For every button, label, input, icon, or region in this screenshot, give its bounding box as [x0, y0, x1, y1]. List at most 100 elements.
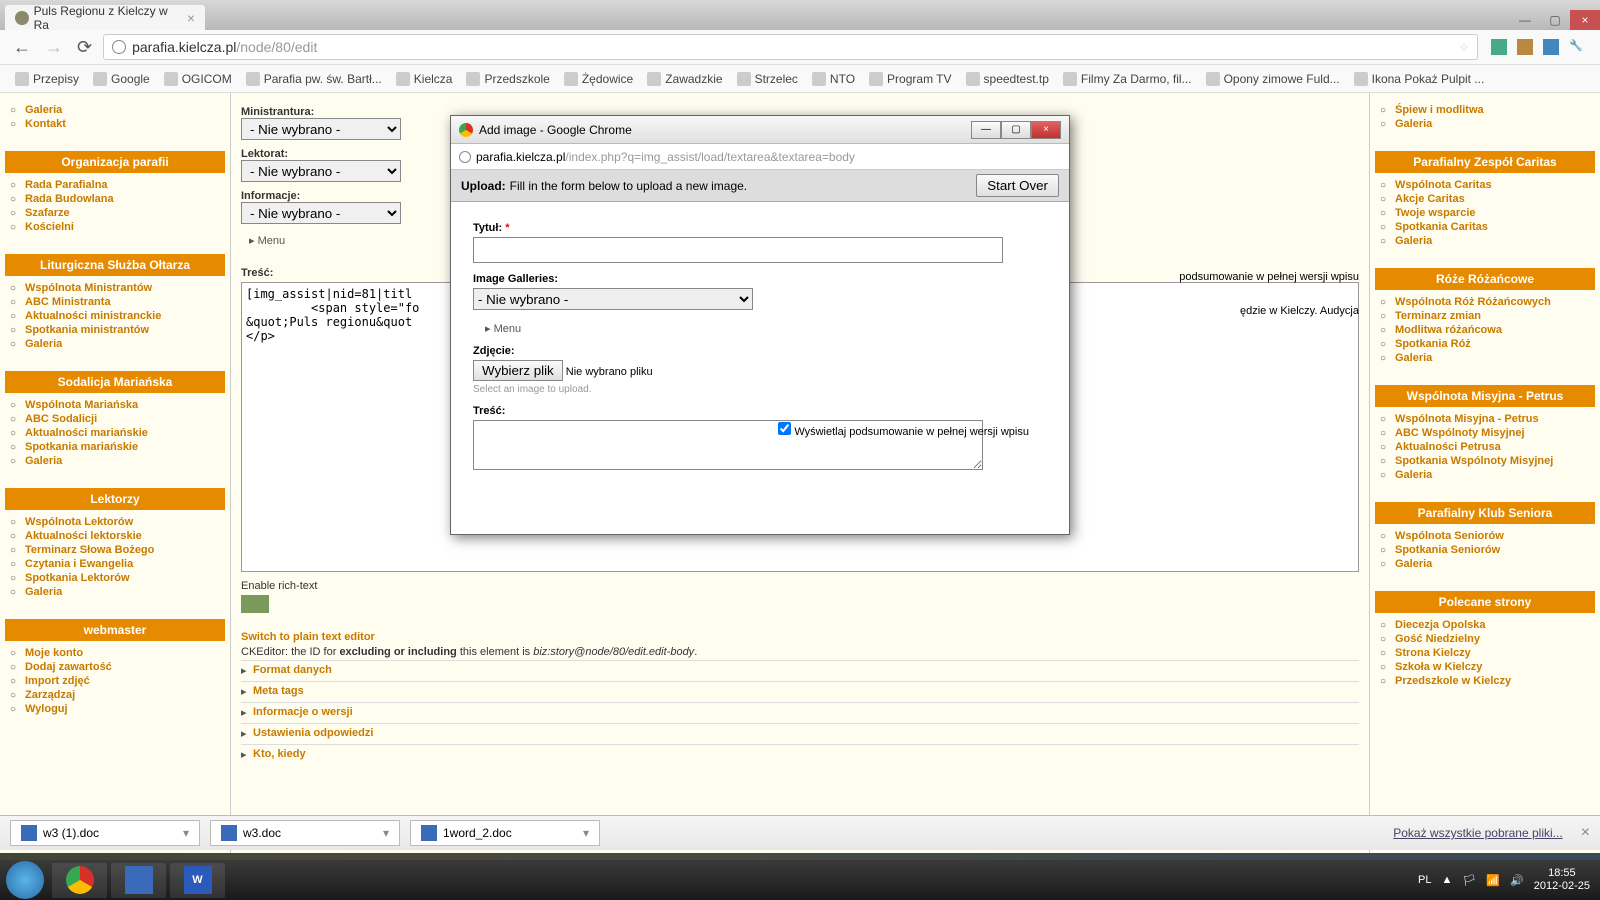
sidebar-item[interactable]: Galeria	[25, 337, 225, 351]
sidebar-item[interactable]: Zarządzaj	[25, 688, 225, 702]
choose-file-button[interactable]: Wybierz plik	[473, 360, 563, 381]
bookmark-item[interactable]: Parafia pw. św. Bartł...	[241, 70, 387, 88]
close-button[interactable]: ×	[1570, 10, 1600, 30]
popup-close-button[interactable]: ×	[1031, 121, 1061, 139]
bookmark-item[interactable]: Przepisy	[10, 70, 84, 88]
bookmark-item[interactable]: Ikona Pokaż Pulpit ...	[1349, 70, 1490, 88]
sidebar-item[interactable]: Aktualności lektorskie	[25, 529, 225, 543]
bookmark-star-icon[interactable]: ☆	[1459, 41, 1469, 54]
download-item[interactable]: 1word_2.doc▾	[410, 820, 600, 846]
chevron-down-icon[interactable]: ▾	[383, 826, 389, 840]
sidebar-item[interactable]: ABC Wspólnoty Misyjnej	[1395, 426, 1595, 440]
sidebar-item[interactable]: Spotkania Caritas	[1395, 220, 1595, 234]
sidebar-item[interactable]: Rada Parafialna	[25, 178, 225, 192]
popup-maximize-button[interactable]: ▢	[1001, 121, 1031, 139]
bookmark-item[interactable]: Przedszkole	[461, 70, 554, 88]
maximize-button[interactable]: ▢	[1540, 10, 1570, 30]
popup-minimize-button[interactable]: —	[971, 121, 1001, 139]
minimize-button[interactable]: —	[1510, 10, 1540, 30]
download-item[interactable]: w3 (1).doc▾	[10, 820, 200, 846]
ext-icon[interactable]	[1543, 39, 1559, 55]
sidebar-item[interactable]: Aktualności Petrusa	[1395, 440, 1595, 454]
sidebar-item[interactable]: Galeria	[1395, 117, 1595, 131]
chevron-down-icon[interactable]: ▾	[583, 826, 589, 840]
bookmark-item[interactable]: OGICOM	[159, 70, 237, 88]
taskbar-app-word[interactable]: W	[170, 863, 225, 898]
popup-url-bar[interactable]: parafia.kielcza.pl/index.php?q=img_assis…	[451, 144, 1069, 170]
sidebar-item[interactable]: Terminarz Słowa Bożego	[25, 543, 225, 557]
sidebar-item[interactable]: Galeria	[25, 103, 225, 117]
field-select[interactable]: - Nie wybrano -	[241, 118, 401, 140]
sidebar-item[interactable]: ABC Ministranta	[25, 295, 225, 309]
collapse-row[interactable]: Meta tags	[241, 681, 1359, 700]
sidebar-item[interactable]: Spotkania ministrantów	[25, 323, 225, 337]
sidebar-item[interactable]: Spotkania Wspólnoty Misyjnej	[1395, 454, 1595, 468]
bookmark-item[interactable]: NTO	[807, 70, 860, 88]
start-over-button[interactable]: Start Over	[976, 174, 1059, 197]
sidebar-item[interactable]: ABC Sodalicji	[25, 412, 225, 426]
sidebar-item[interactable]: Galeria	[1395, 468, 1595, 482]
ext-icon[interactable]	[1517, 39, 1533, 55]
sidebar-item[interactable]: Szkoła w Kielczy	[1395, 660, 1595, 674]
bookmark-item[interactable]: Opony zimowe Fuld...	[1201, 70, 1345, 88]
sidebar-item[interactable]: Diecezja Opolska	[1395, 618, 1595, 632]
sidebar-item[interactable]: Import zdjęć	[25, 674, 225, 688]
sidebar-item[interactable]: Wspólnota Ministrantów	[25, 281, 225, 295]
volume-icon[interactable]: 🔊	[1510, 874, 1524, 887]
sidebar-item[interactable]: Galeria	[25, 454, 225, 468]
sidebar-item[interactable]: Modlitwa różańcowa	[1395, 323, 1595, 337]
sidebar-item[interactable]: Akcje Caritas	[1395, 192, 1595, 206]
sidebar-item[interactable]: Galeria	[25, 585, 225, 599]
download-item[interactable]: w3.doc▾	[210, 820, 400, 846]
sidebar-item[interactable]: Spotkania Róż	[1395, 337, 1595, 351]
sidebar-item[interactable]: Kościelni	[25, 220, 225, 234]
sidebar-item[interactable]: Spotkania mariańskie	[25, 440, 225, 454]
galleries-select[interactable]: - Nie wybrano -	[473, 288, 753, 310]
sidebar-item[interactable]: Twoje wsparcie	[1395, 206, 1595, 220]
sidebar-item[interactable]: Wspólnota Lektorów	[25, 515, 225, 529]
taskbar-app-explorer[interactable]	[111, 863, 166, 898]
tray-icon[interactable]: ▲	[1441, 874, 1452, 886]
sidebar-item[interactable]: Strona Kielczy	[1395, 646, 1595, 660]
summary-checkbox[interactable]	[778, 422, 791, 435]
bookmark-item[interactable]: Zawadzkie	[642, 70, 727, 88]
sidebar-item[interactable]: Rada Budowlana	[25, 192, 225, 206]
image-assist-icon[interactable]	[241, 595, 269, 613]
bookmark-item[interactable]: Google	[88, 70, 155, 88]
sidebar-item[interactable]: Terminarz zmian	[1395, 309, 1595, 323]
bookmark-item[interactable]: Strzelec	[732, 70, 803, 88]
switch-plain-link[interactable]: Switch to plain text editor	[241, 631, 375, 643]
close-shelf-button[interactable]: ×	[1581, 824, 1590, 842]
bookmark-item[interactable]: Program TV	[864, 70, 956, 88]
sidebar-item[interactable]: Wyloguj	[25, 702, 225, 716]
clock[interactable]: 18:55 2012-02-25	[1534, 867, 1590, 893]
lang-indicator[interactable]: PL	[1418, 874, 1431, 886]
sidebar-item[interactable]: Moje konto	[25, 646, 225, 660]
chevron-down-icon[interactable]: ▾	[183, 826, 189, 840]
sidebar-item[interactable]: Dodaj zawartość	[25, 660, 225, 674]
sidebar-item[interactable]: Spotkania Lektorów	[25, 571, 225, 585]
bookmark-item[interactable]: Filmy Za Darmo, fil...	[1058, 70, 1197, 88]
sidebar-item[interactable]: Wspólnota Caritas	[1395, 178, 1595, 192]
ext-icon[interactable]	[1491, 39, 1507, 55]
reload-button[interactable]: ⟳	[74, 37, 95, 58]
sidebar-item[interactable]: Śpiew i modlitwa	[1395, 103, 1595, 117]
sidebar-item[interactable]: Wspólnota Seniorów	[1395, 529, 1595, 543]
browser-tab[interactable]: Puls Regionu z Kielczy w Ra ×	[5, 5, 205, 30]
field-select[interactable]: - Nie wybrano -	[241, 202, 401, 224]
bookmark-item[interactable]: Żędowice	[559, 70, 638, 88]
sidebar-item[interactable]: Wspólnota Misyjna - Petrus	[1395, 412, 1595, 426]
sidebar-item[interactable]: Aktualności mariańskie	[25, 426, 225, 440]
sidebar-item[interactable]: Szafarze	[25, 206, 225, 220]
bookmark-item[interactable]: speedtest.tp	[961, 70, 1054, 88]
flag-icon[interactable]: 🏳	[1462, 874, 1476, 887]
sidebar-item[interactable]: Wspólnota Mariańska	[25, 398, 225, 412]
back-button[interactable]: ←	[10, 37, 34, 58]
tab-close-icon[interactable]: ×	[187, 10, 195, 26]
network-icon[interactable]: 📶	[1486, 874, 1500, 887]
sidebar-item[interactable]: Przedszkole w Kielczy	[1395, 674, 1595, 688]
field-select[interactable]: - Nie wybrano -	[241, 160, 401, 182]
collapse-row[interactable]: Ustawienia odpowiedzi	[241, 723, 1359, 742]
enable-rich-text-link[interactable]: Enable rich-text	[241, 580, 1359, 592]
sidebar-item[interactable]: Galeria	[1395, 234, 1595, 248]
